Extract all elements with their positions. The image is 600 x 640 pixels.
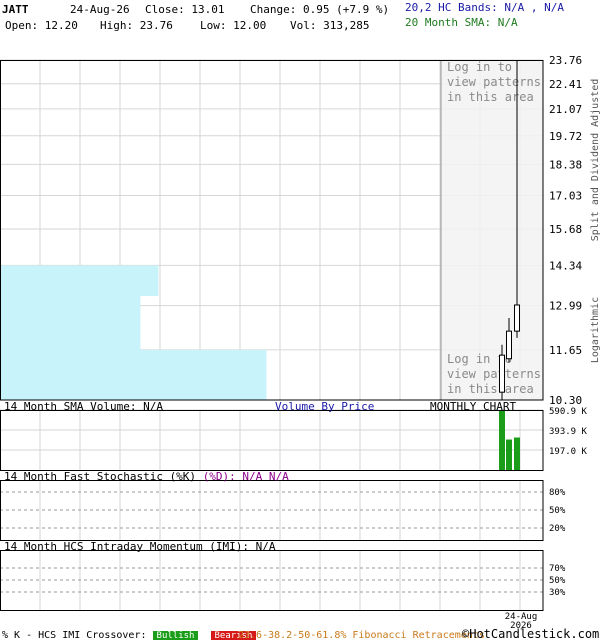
- scale-type-label: Logarithmic: [590, 297, 600, 363]
- volume-panel-border: [0, 410, 544, 471]
- pattern-overlay: [441, 60, 543, 400]
- stochastic-d-value: N/A: [262, 470, 289, 483]
- price-chart-svg: Log in toview patternsin this areaLog in…: [0, 54, 600, 631]
- stochastic-tick-label: 50%: [549, 506, 566, 516]
- price-tick-label: 11.65: [549, 344, 582, 357]
- imi-tick-label: 50%: [549, 576, 566, 586]
- fibonacci-legend: 23.6-38.2-50-61.8% Fibonacci Retracement…: [238, 630, 485, 640]
- volume-tick-label: 590.9 K: [549, 407, 588, 417]
- login-overlay-text: in this area: [447, 90, 534, 104]
- stochastic-label: 14 Month Fast Stochastic (%K) (%D): N/A …: [4, 470, 289, 483]
- price-tick-label: 23.76: [549, 54, 582, 67]
- volume-tick-label: 393.9 K: [549, 427, 588, 437]
- imi-tick-label: 70%: [549, 564, 566, 574]
- crossover-legend: % K - HCS IMI Crossover: Bullish Bearish: [2, 630, 257, 640]
- volume-by-price-bar: [0, 296, 141, 350]
- candle-body: [506, 330, 512, 360]
- volume-by-price-bar: [0, 265, 159, 297]
- imi-label: 14 Month HCS Intraday Momentum (IMI): N/…: [4, 540, 276, 553]
- candle-body: [499, 354, 505, 393]
- volume-bar: [514, 437, 520, 470]
- login-overlay-text: view patterns: [447, 75, 541, 89]
- stochastic-d-label: (%D): N/A: [203, 470, 263, 483]
- volume-sma-label: 14 Month SMA Volume: N/A: [4, 400, 163, 413]
- adjusted-label: Split and Dividend Adjusted: [590, 79, 600, 242]
- bullish-badge: Bullish: [152, 631, 199, 640]
- price-tick-label: 14.34: [549, 259, 582, 272]
- candle-body: [514, 304, 520, 332]
- login-overlay-text: view patterns: [447, 367, 541, 381]
- copyright: ©HotCandlestick.com: [462, 627, 600, 640]
- price-tick-label: 15.68: [549, 223, 582, 236]
- login-overlay-text: Log in to: [447, 60, 512, 74]
- monthly-chart-label: MONTHLY CHART: [430, 400, 516, 413]
- volume-bar: [499, 410, 505, 470]
- volume-tick-label: 197.0 K: [549, 447, 588, 457]
- price-tick-label: 17.03: [549, 189, 582, 202]
- stochastic-tick-label: 20%: [549, 524, 566, 534]
- price-tick-label: 19.72: [549, 130, 582, 143]
- price-tick-label: 12.99: [549, 300, 582, 313]
- price-tick-label: 18.38: [549, 158, 582, 171]
- imi-tick-label: 30%: [549, 588, 566, 598]
- chart-root: JATT 24-Aug-26 Close: 13.01 Change: 0.95…: [0, 0, 600, 640]
- crossover-legend-label: % K - HCS IMI Crossover:: [2, 630, 147, 640]
- volume-by-price-bar: [0, 349, 267, 400]
- login-overlay-text: in this area: [447, 382, 534, 396]
- stochastic-tick-label: 80%: [549, 488, 566, 498]
- price-tick-label: 10.30: [549, 394, 582, 407]
- price-tick-label: 22.41: [549, 78, 582, 91]
- price-tick-label: 21.07: [549, 103, 582, 116]
- volume-bar: [506, 439, 512, 470]
- volume-by-price-label: Volume By Price: [275, 400, 374, 413]
